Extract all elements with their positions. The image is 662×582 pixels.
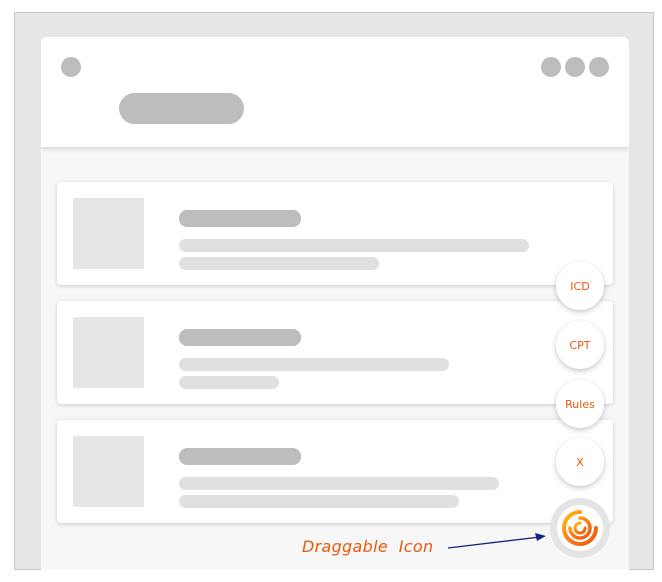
card-thumbnail [73, 198, 144, 269]
app-screen [41, 37, 629, 570]
list-card[interactable] [57, 301, 613, 404]
draggable-icon-button[interactable] [550, 498, 610, 558]
annotation-arrow-icon [447, 533, 546, 549]
app-header [41, 37, 629, 147]
card-text-placeholder [179, 376, 279, 389]
card-thumbnail [73, 317, 144, 388]
nav-dot-icon[interactable] [61, 57, 81, 77]
card-text-placeholder [179, 477, 499, 490]
overflow-dot-icon[interactable] [541, 57, 561, 77]
title-placeholder [119, 93, 244, 124]
overflow-dot-icon[interactable] [565, 57, 585, 77]
overflow-dot-icon[interactable] [589, 57, 609, 77]
card-heading-placeholder [179, 210, 301, 227]
list-card[interactable] [57, 182, 613, 285]
icd-button[interactable]: ICD [556, 262, 604, 310]
card-heading-placeholder [179, 329, 301, 346]
card-text-placeholder [179, 358, 449, 371]
draggable-icon-annotation: Draggable Icon [302, 537, 434, 556]
card-thumbnail [73, 436, 144, 507]
card-heading-placeholder [179, 448, 301, 465]
close-button[interactable]: X [556, 438, 604, 486]
rules-button[interactable]: Rules [556, 380, 604, 428]
card-text-placeholder [179, 495, 459, 508]
cpt-button[interactable]: CPT [556, 321, 604, 369]
card-text-placeholder [179, 257, 379, 270]
swirl-logo-icon [557, 505, 603, 551]
card-text-placeholder [179, 239, 529, 252]
list-card[interactable] [57, 420, 613, 523]
